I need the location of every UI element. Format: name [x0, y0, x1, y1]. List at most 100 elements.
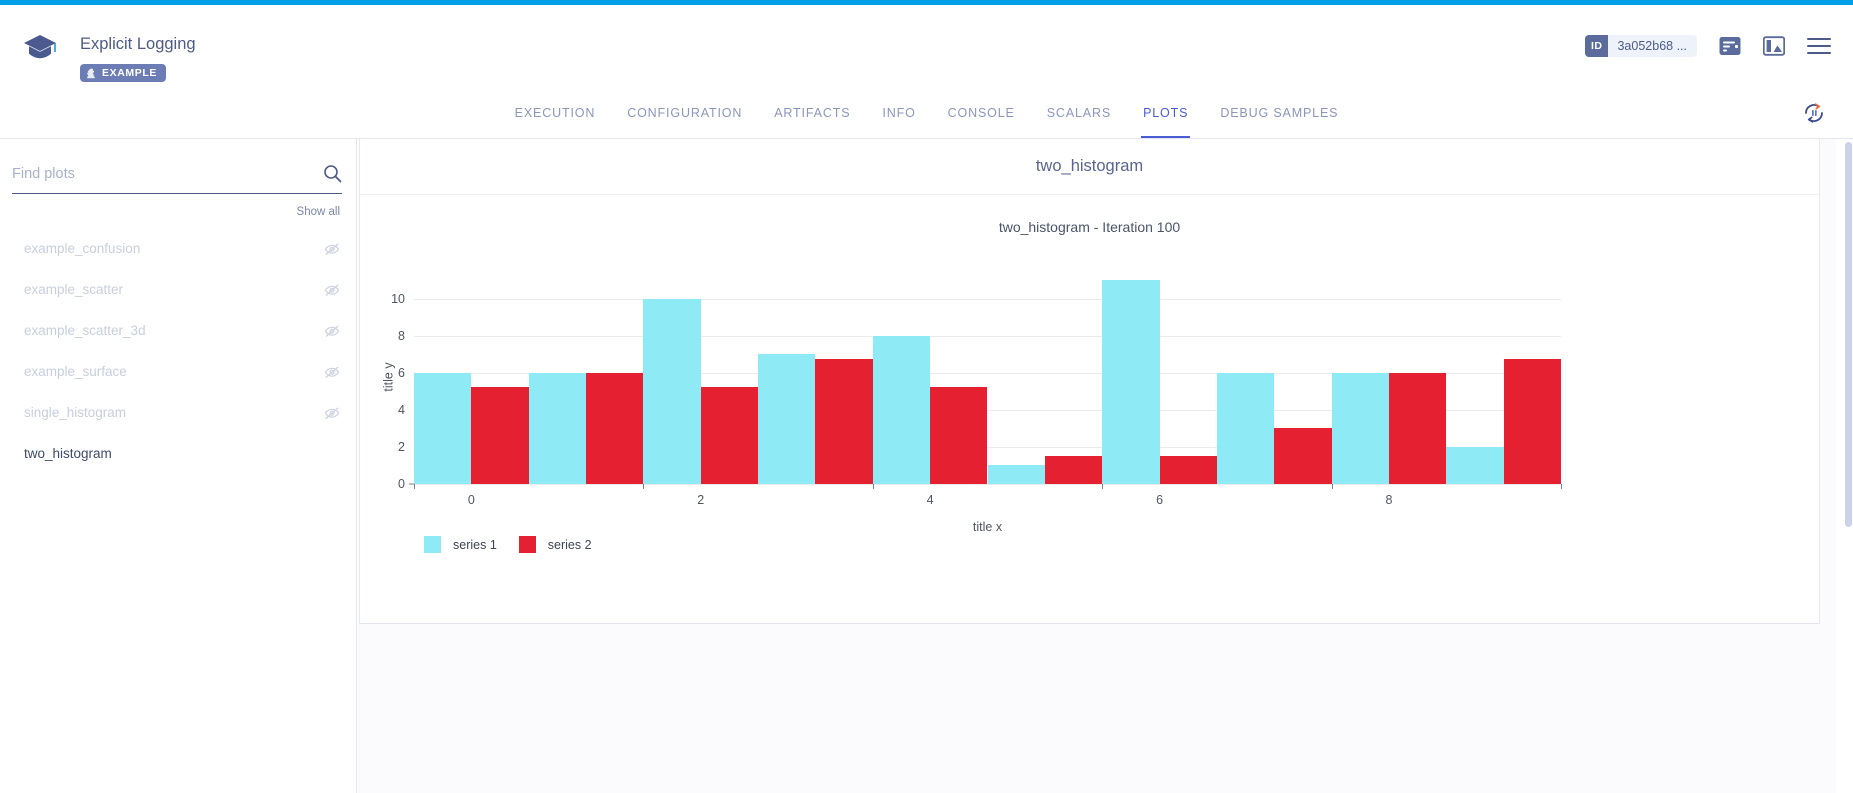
y-axis-tick-label: 4	[398, 402, 405, 417]
bar-series-2-8[interactable]	[1388, 372, 1447, 484]
page-scrollbar[interactable]	[1844, 139, 1853, 793]
auto-refresh-paused-icon[interactable]	[1801, 100, 1827, 126]
tab-artifacts[interactable]: ARTIFACTS	[758, 87, 866, 138]
hamburger-menu-icon[interactable]	[1807, 37, 1831, 55]
chart-title: two_histogram - Iteration 100	[998, 219, 1181, 235]
bar-series-2-5[interactable]	[1044, 456, 1103, 484]
gridline	[414, 484, 1561, 485]
page-scrollbar-thumb[interactable]	[1845, 142, 1852, 527]
legend-item-series-1[interactable]: series 1	[424, 536, 497, 553]
bar-series-2-2[interactable]	[700, 386, 759, 484]
plot-list: example_confusion example_scatter exampl…	[0, 228, 356, 474]
legend-item-series-2[interactable]: series 2	[518, 536, 592, 553]
y-axis-tick-label: 10	[391, 291, 405, 306]
x-axis-tick-mark	[414, 484, 415, 489]
example-badge-label: EXAMPLE	[102, 67, 157, 79]
legend-swatch	[424, 536, 441, 553]
plot-item-label: example_surface	[24, 364, 127, 379]
tab-configuration[interactable]: CONFIGURATION	[611, 87, 758, 138]
chart-legend: series 1 series 2	[424, 536, 592, 553]
plot-card-title: two_histogram	[1035, 157, 1144, 175]
tab-console[interactable]: CONSOLE	[932, 87, 1031, 138]
bar-series-1-1[interactable]	[528, 372, 587, 484]
puzzle-piece-icon	[86, 68, 97, 79]
list-item[interactable]: example_scatter	[0, 269, 356, 310]
plot-card: two_histogram two_histogram - Iteration …	[359, 139, 1820, 624]
legend-label: series 2	[547, 537, 592, 552]
id-value: 3a052b68 ...	[1617, 39, 1687, 53]
bar-series-2-7[interactable]	[1274, 428, 1332, 484]
tab-execution[interactable]: EXECUTION	[499, 87, 612, 138]
bar-series-1-9[interactable]	[1446, 446, 1504, 484]
x-axis-tick-mark	[1561, 484, 1562, 489]
eye-off-icon[interactable]	[324, 282, 340, 298]
eye-off-icon[interactable]	[324, 364, 340, 380]
bar-series-2-0[interactable]	[471, 386, 529, 484]
plot-item-label: example_confusion	[24, 241, 141, 256]
plot-item-label: example_scatter_3d	[24, 323, 146, 338]
app-header: Explicit Logging EXAMPLE ID 3a052b68 ...	[0, 5, 1853, 87]
x-axis-tick-label: 6	[1156, 493, 1164, 507]
tab-plots[interactable]: PLOTS	[1127, 87, 1204, 138]
bar-series-2-3[interactable]	[815, 358, 873, 484]
x-axis-tick-mark	[872, 484, 874, 489]
legend-swatch	[518, 536, 536, 553]
list-item[interactable]: example_surface	[0, 351, 356, 392]
bar-chart-plot-area[interactable]: title y title x series 1 series 2 0 2 4 6 8 10…	[382, 269, 1562, 553]
bar-series-1-4[interactable]	[872, 335, 931, 484]
tabs-container: EXECUTION CONFIGURATION ARTIFACTS INFO C…	[0, 87, 1853, 138]
bar-series-1-0[interactable]	[414, 372, 472, 484]
bar-series-1-6[interactable]	[1102, 280, 1160, 484]
x-axis-tick-label: 0	[467, 493, 475, 507]
show-all-link[interactable]: Show all	[0, 206, 340, 218]
bar-series-1-2[interactable]	[643, 298, 701, 484]
search-input[interactable]	[12, 165, 323, 182]
tab-info[interactable]: INFO	[866, 87, 931, 138]
bar-series-2-6[interactable]	[1159, 456, 1217, 484]
list-item-selected[interactable]: two_histogram	[0, 433, 356, 474]
y-axis-tick-label: 8	[398, 328, 405, 343]
bar-series-2-4[interactable]	[930, 386, 988, 484]
x-axis-tick-mark	[1102, 484, 1104, 489]
plot-item-label: single_histogram	[24, 405, 127, 420]
eye-off-icon[interactable]	[324, 241, 340, 257]
search-icon[interactable]	[323, 164, 342, 183]
graduation-cap-icon	[22, 33, 58, 63]
plots-sidebar: Show all example_confusion example_scatt…	[0, 139, 357, 793]
plot-item-label: example_scatter	[24, 282, 124, 297]
plot-card-header: two_histogram	[360, 139, 1819, 195]
bar-series-1-8[interactable]	[1331, 372, 1389, 484]
x-axis-tick-label: 8	[1385, 493, 1393, 507]
experiment-identity: Explicit Logging EXAMPLE	[22, 33, 196, 84]
bar-series-1-7[interactable]	[1216, 372, 1275, 484]
report-icon[interactable]	[1719, 36, 1741, 56]
bar-series-1-3[interactable]	[758, 354, 816, 484]
list-item[interactable]: example_scatter_3d	[0, 310, 356, 351]
y-axis-tick-label: 0	[398, 477, 405, 491]
tab-scalars[interactable]: SCALARS	[1031, 87, 1127, 138]
example-badge: EXAMPLE	[80, 64, 166, 82]
eye-off-icon[interactable]	[324, 323, 340, 339]
bar-series-2-9[interactable]	[1503, 358, 1561, 484]
id-label: ID	[1584, 35, 1609, 57]
tab-debug-samples[interactable]: DEBUG SAMPLES	[1204, 87, 1354, 138]
x-axis-tick-mark	[1331, 484, 1333, 489]
x-axis-tick-label: 2	[697, 493, 705, 507]
page-title: Explicit Logging	[80, 35, 196, 53]
bar-series-1-5[interactable]	[987, 465, 1045, 484]
y-axis-tick-label: 6	[398, 365, 405, 380]
compare-panel-icon[interactable]	[1763, 36, 1785, 56]
plot-item-label: two_histogram	[24, 446, 112, 461]
tab-bar: EXECUTION CONFIGURATION ARTIFACTS INFO C…	[0, 87, 1853, 139]
header-actions: ID 3a052b68 ...	[1584, 35, 1831, 57]
eye-off-icon[interactable]	[324, 405, 340, 421]
experiment-id-badge[interactable]: ID 3a052b68 ...	[1584, 35, 1697, 57]
x-axis-tick-mark	[643, 484, 645, 489]
list-item[interactable]: single_histogram	[0, 392, 356, 433]
list-item[interactable]: example_confusion	[0, 228, 356, 269]
x-axis-label: title x	[972, 520, 1003, 534]
bars-layer	[414, 269, 1561, 484]
plot-card-body: two_histogram - Iteration 100 title y ti…	[360, 195, 1819, 623]
bar-series-2-1[interactable]	[586, 372, 644, 484]
plots-content: two_histogram two_histogram - Iteration …	[358, 139, 1836, 793]
